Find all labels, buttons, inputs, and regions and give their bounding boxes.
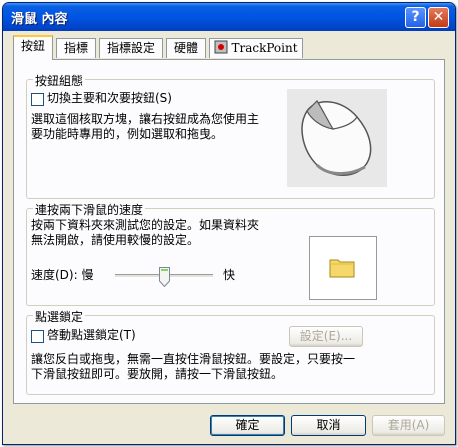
title-bar[interactable]: 滑鼠 內容 ? ✕	[3, 3, 455, 31]
speed-fast-label: 快	[223, 268, 236, 282]
slider-thumb[interactable]	[159, 267, 170, 288]
folder-icon[interactable]	[329, 256, 355, 278]
clicklock-description-line1: 讓您反白或拖曳，無需一直按住滑鼠按鈕。要設定，只要按一	[31, 352, 356, 366]
tab-buttons[interactable]: 按鈕	[13, 35, 53, 60]
tab-label: 硬體	[173, 41, 198, 55]
tab-panel-buttons: 按鈕組態 切換主要和次要按鈕(S) 選取這個核取方塊，讓右按鈕成為您使用主 要功…	[13, 59, 445, 404]
help-button[interactable]: ?	[405, 7, 426, 28]
swap-buttons-checkbox[interactable]	[31, 93, 44, 106]
test-folder-area[interactable]	[309, 236, 377, 300]
tab-pointers[interactable]: 指標	[56, 38, 96, 58]
ok-button[interactable]: 確定	[210, 415, 285, 436]
apply-button[interactable]: 套用(A)	[372, 415, 445, 436]
mouse-properties-dialog: 滑鼠 內容 ? ✕ 按鈕 指標 指標設定 硬體 TrackPoint 按鈕組態 …	[2, 2, 456, 445]
clicklock-settings-button[interactable]: 設定(E)...	[289, 326, 363, 347]
group-legend: 連按兩下滑鼠的速度	[33, 201, 146, 218]
close-button[interactable]: ✕	[428, 7, 449, 28]
help-icon: ?	[411, 9, 420, 25]
speed-slow-label: 速度(D): 慢	[31, 268, 94, 282]
tab-hardware[interactable]: 硬體	[166, 38, 206, 58]
mouse-illustration	[287, 89, 387, 187]
tab-label: 指標	[63, 41, 88, 55]
clicklock-description-line2: 下滑鼠按鈕即可。要放開，請按一下滑鼠按鈕。	[31, 367, 284, 381]
swap-buttons-label[interactable]: 切換主要和次要按鈕(S)	[47, 91, 172, 106]
trackpoint-icon	[214, 40, 228, 54]
tab-label: TrackPoint	[231, 41, 298, 55]
clicklock-group: 點選鎖定 啓動點選鎖定(T) 設定(E)... 讓您反白或拖曳，無需一直按住滑鼠…	[26, 308, 435, 395]
cancel-button[interactable]: 取消	[291, 415, 366, 436]
tab-trackpoint[interactable]: TrackPoint	[209, 38, 303, 58]
dialog-client-area: 按鈕 指標 指標設定 硬體 TrackPoint 按鈕組態 切換主要和次要按鈕(…	[7, 31, 451, 440]
double-click-description-line2: 無法開啟，請使用較慢的設定。	[31, 233, 200, 247]
tab-label: 按鈕	[20, 39, 45, 53]
button-config-group: 按鈕組態 切換主要和次要按鈕(S) 選取這個核取方塊，讓右按鈕成為您使用主 要功…	[26, 72, 435, 199]
tab-pointer-options[interactable]: 指標設定	[99, 38, 163, 58]
double-click-description-line1: 按兩下資料夾來測試您的設定。如果資料夾	[31, 218, 260, 232]
close-icon: ✕	[432, 9, 445, 25]
clicklock-checkbox[interactable]	[31, 330, 44, 343]
window-title: 滑鼠 內容	[11, 12, 68, 27]
tab-label: 指標設定	[106, 41, 155, 55]
group-legend: 點選鎖定	[33, 308, 86, 325]
group-legend: 按鈕組態	[33, 72, 86, 89]
clicklock-label[interactable]: 啓動點選鎖定(T)	[47, 328, 136, 343]
double-click-speed-group: 連按兩下滑鼠的速度 按兩下資料夾來測試您的設定。如果資料夾 無法開啟，請使用較慢…	[26, 201, 435, 306]
swap-description-line1: 選取這個核取方塊，讓右按鈕成為您使用主	[31, 112, 260, 126]
swap-description-line2: 要功能時專用的，例如選取和拖曳。	[31, 127, 224, 141]
speed-slider[interactable]	[115, 267, 213, 288]
mouse-icon	[301, 100, 372, 176]
